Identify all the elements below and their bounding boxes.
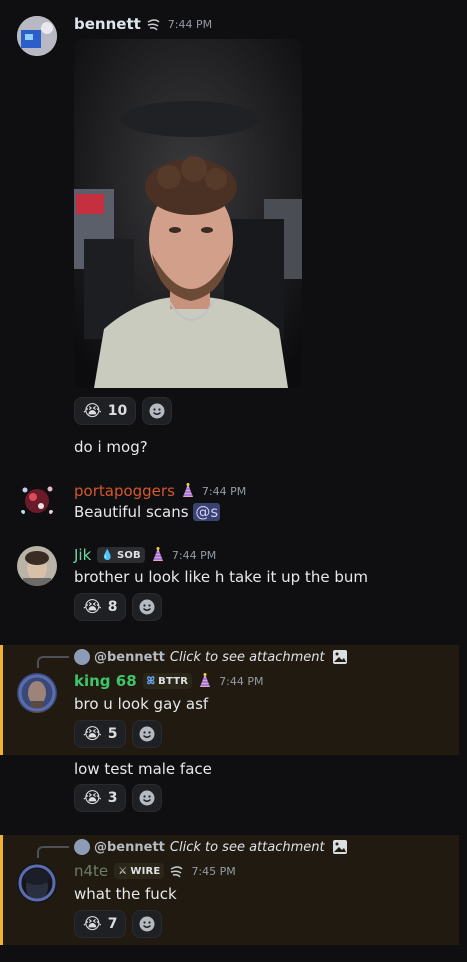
reply-spine (37, 846, 69, 858)
reply-avatar (74, 649, 90, 665)
sob-emoji: 😭 (83, 597, 102, 616)
reply-avatar (74, 839, 90, 855)
message-portapoggers: portapoggers 7:44 PM Beautiful scans @s (0, 470, 467, 532)
butterfly-icon: ꕤ (146, 675, 156, 687)
add-reaction-icon (149, 403, 165, 419)
reaction-count: 8 (107, 599, 118, 615)
reactions: 😭 7 (74, 910, 168, 938)
username[interactable]: Jik (74, 546, 91, 564)
sob-emoji: 😭 (83, 724, 102, 743)
sob-emoji: 😭 (83, 401, 102, 420)
add-reaction-button[interactable] (132, 784, 163, 812)
image-icon (332, 650, 347, 664)
reaction-sob[interactable]: 😭 3 (74, 784, 127, 812)
message-text: bro u look gay asf (74, 695, 209, 713)
guild-tag[interactable]: ⚔ WIRE (114, 863, 165, 879)
message-continuation: low test male face 😭 3 (0, 755, 467, 825)
timestamp: 7:44 PM (219, 674, 264, 688)
party-hat-icon (152, 547, 163, 561)
reply-username[interactable]: @bennett (94, 840, 165, 855)
reaction-sob[interactable]: 😭 5 (74, 720, 127, 748)
party-hat-icon (182, 483, 193, 497)
wind-icon (147, 19, 160, 31)
username[interactable]: portapoggers (74, 482, 175, 500)
message-text-prefix: Beautiful scans (74, 503, 194, 521)
reactions: 😭 10 (74, 397, 178, 425)
reply-reference[interactable]: @bennett Click to see attachment (74, 839, 348, 855)
reply-spine (37, 656, 69, 668)
guild-tag-label: BTTR (158, 675, 189, 687)
message-header: bennett 7:44 PM (74, 15, 212, 33)
reactions: 😭 8 (74, 593, 168, 621)
droplet-icon: 💧 (101, 549, 114, 561)
reaction-count: 5 (107, 726, 118, 742)
reply-reference[interactable]: @bennett Click to see attachment (74, 649, 348, 665)
message-text: brother u look like h take it up the bum (74, 568, 368, 586)
guild-tag-label: WIRE (130, 865, 161, 877)
highlighted-message-king68: @bennett Click to see attachment king 68… (0, 645, 459, 755)
guild-tag[interactable]: 💧 SOB (97, 547, 145, 563)
reply-text[interactable]: Click to see attachment (170, 650, 325, 665)
add-reaction-icon (139, 599, 155, 615)
add-reaction-button[interactable] (132, 593, 163, 621)
message-bennett: bennett 7:44 PM 😭 10 do i mog? (0, 0, 467, 470)
message-text: low test male face (74, 760, 212, 778)
timestamp: 7:44 PM (201, 484, 247, 498)
user-mention[interactable]: @s (193, 503, 221, 521)
timestamp: 7:44 PM (167, 17, 213, 31)
username[interactable]: n4te (74, 862, 108, 880)
avatar-portapoggers[interactable] (17, 480, 57, 520)
guild-tag[interactable]: ꕤ BTTR (142, 673, 193, 689)
reaction-count: 7 (107, 916, 118, 932)
add-reaction-icon (139, 726, 155, 742)
add-reaction-button[interactable] (132, 720, 163, 748)
message-text: do i mog? (74, 438, 148, 456)
sob-emoji: 😭 (83, 914, 102, 933)
add-reaction-button[interactable] (132, 910, 163, 938)
timestamp: 7:45 PM (191, 864, 236, 878)
message-header: Jik 💧 SOB 7:44 PM (74, 546, 216, 564)
message-header: n4te ⚔ WIRE 7:45 PM (74, 862, 236, 880)
timestamp: 7:44 PM (171, 548, 217, 562)
reply-text[interactable]: Click to see attachment (170, 840, 325, 855)
avatar-n4te[interactable] (17, 863, 57, 903)
reaction-sob[interactable]: 😭 7 (74, 910, 127, 938)
add-reaction-icon (139, 790, 155, 806)
avatar-jik[interactable] (17, 546, 57, 586)
username[interactable]: king 68 (74, 672, 137, 690)
sword-icon: ⚔ (118, 865, 128, 877)
reaction-count: 3 (107, 790, 118, 806)
message-text: what the fuck (74, 885, 177, 903)
avatar-bennett[interactable] (17, 16, 57, 56)
username[interactable]: bennett (74, 15, 141, 33)
reactions: 😭 3 (74, 784, 168, 812)
reply-username[interactable]: @bennett (94, 650, 165, 665)
guild-tag-label: SOB (116, 549, 141, 561)
reaction-sob[interactable]: 😭 10 (74, 397, 137, 425)
reaction-count: 10 (107, 403, 128, 419)
image-icon (332, 840, 347, 854)
add-reaction-button[interactable] (142, 397, 173, 425)
avatar-king68[interactable] (17, 673, 57, 713)
image-attachment[interactable] (74, 39, 302, 388)
message-text: Beautiful scans @s (74, 503, 221, 521)
highlighted-message-n4te: @bennett Click to see attachment n4te ⚔ W… (0, 835, 459, 945)
message-header: king 68 ꕤ BTTR 7:44 PM (74, 672, 264, 690)
add-reaction-icon (139, 916, 155, 932)
reactions: 😭 5 (74, 720, 168, 748)
message-jik: Jik 💧 SOB 7:44 PM brother u look like h t… (0, 532, 467, 632)
message-header: portapoggers 7:44 PM (74, 482, 246, 500)
party-hat-icon (200, 673, 211, 687)
reaction-sob[interactable]: 😭 8 (74, 593, 127, 621)
wind-icon (171, 866, 183, 878)
sob-emoji: 😭 (83, 788, 102, 807)
